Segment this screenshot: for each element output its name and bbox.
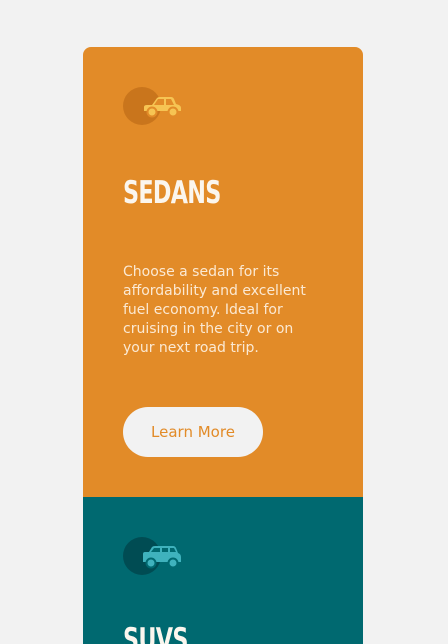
suvs-card: SUVs xyxy=(83,497,363,644)
suv-icon-graphic xyxy=(143,546,181,569)
suv-car-icon xyxy=(123,537,185,577)
learn-more-button[interactable]: Learn More xyxy=(123,407,263,457)
card-title: Sedans xyxy=(123,175,221,211)
card-stack: Sedans Choose a sedan for its affordabil… xyxy=(83,47,363,644)
sedan-icon-graphic xyxy=(144,97,181,118)
sedans-card: Sedans Choose a sedan for its affordabil… xyxy=(83,47,363,497)
card-title: SUVs xyxy=(123,622,188,644)
card-description: Choose a sedan for its affordability and… xyxy=(123,264,306,356)
sedan-car-icon xyxy=(123,87,185,127)
